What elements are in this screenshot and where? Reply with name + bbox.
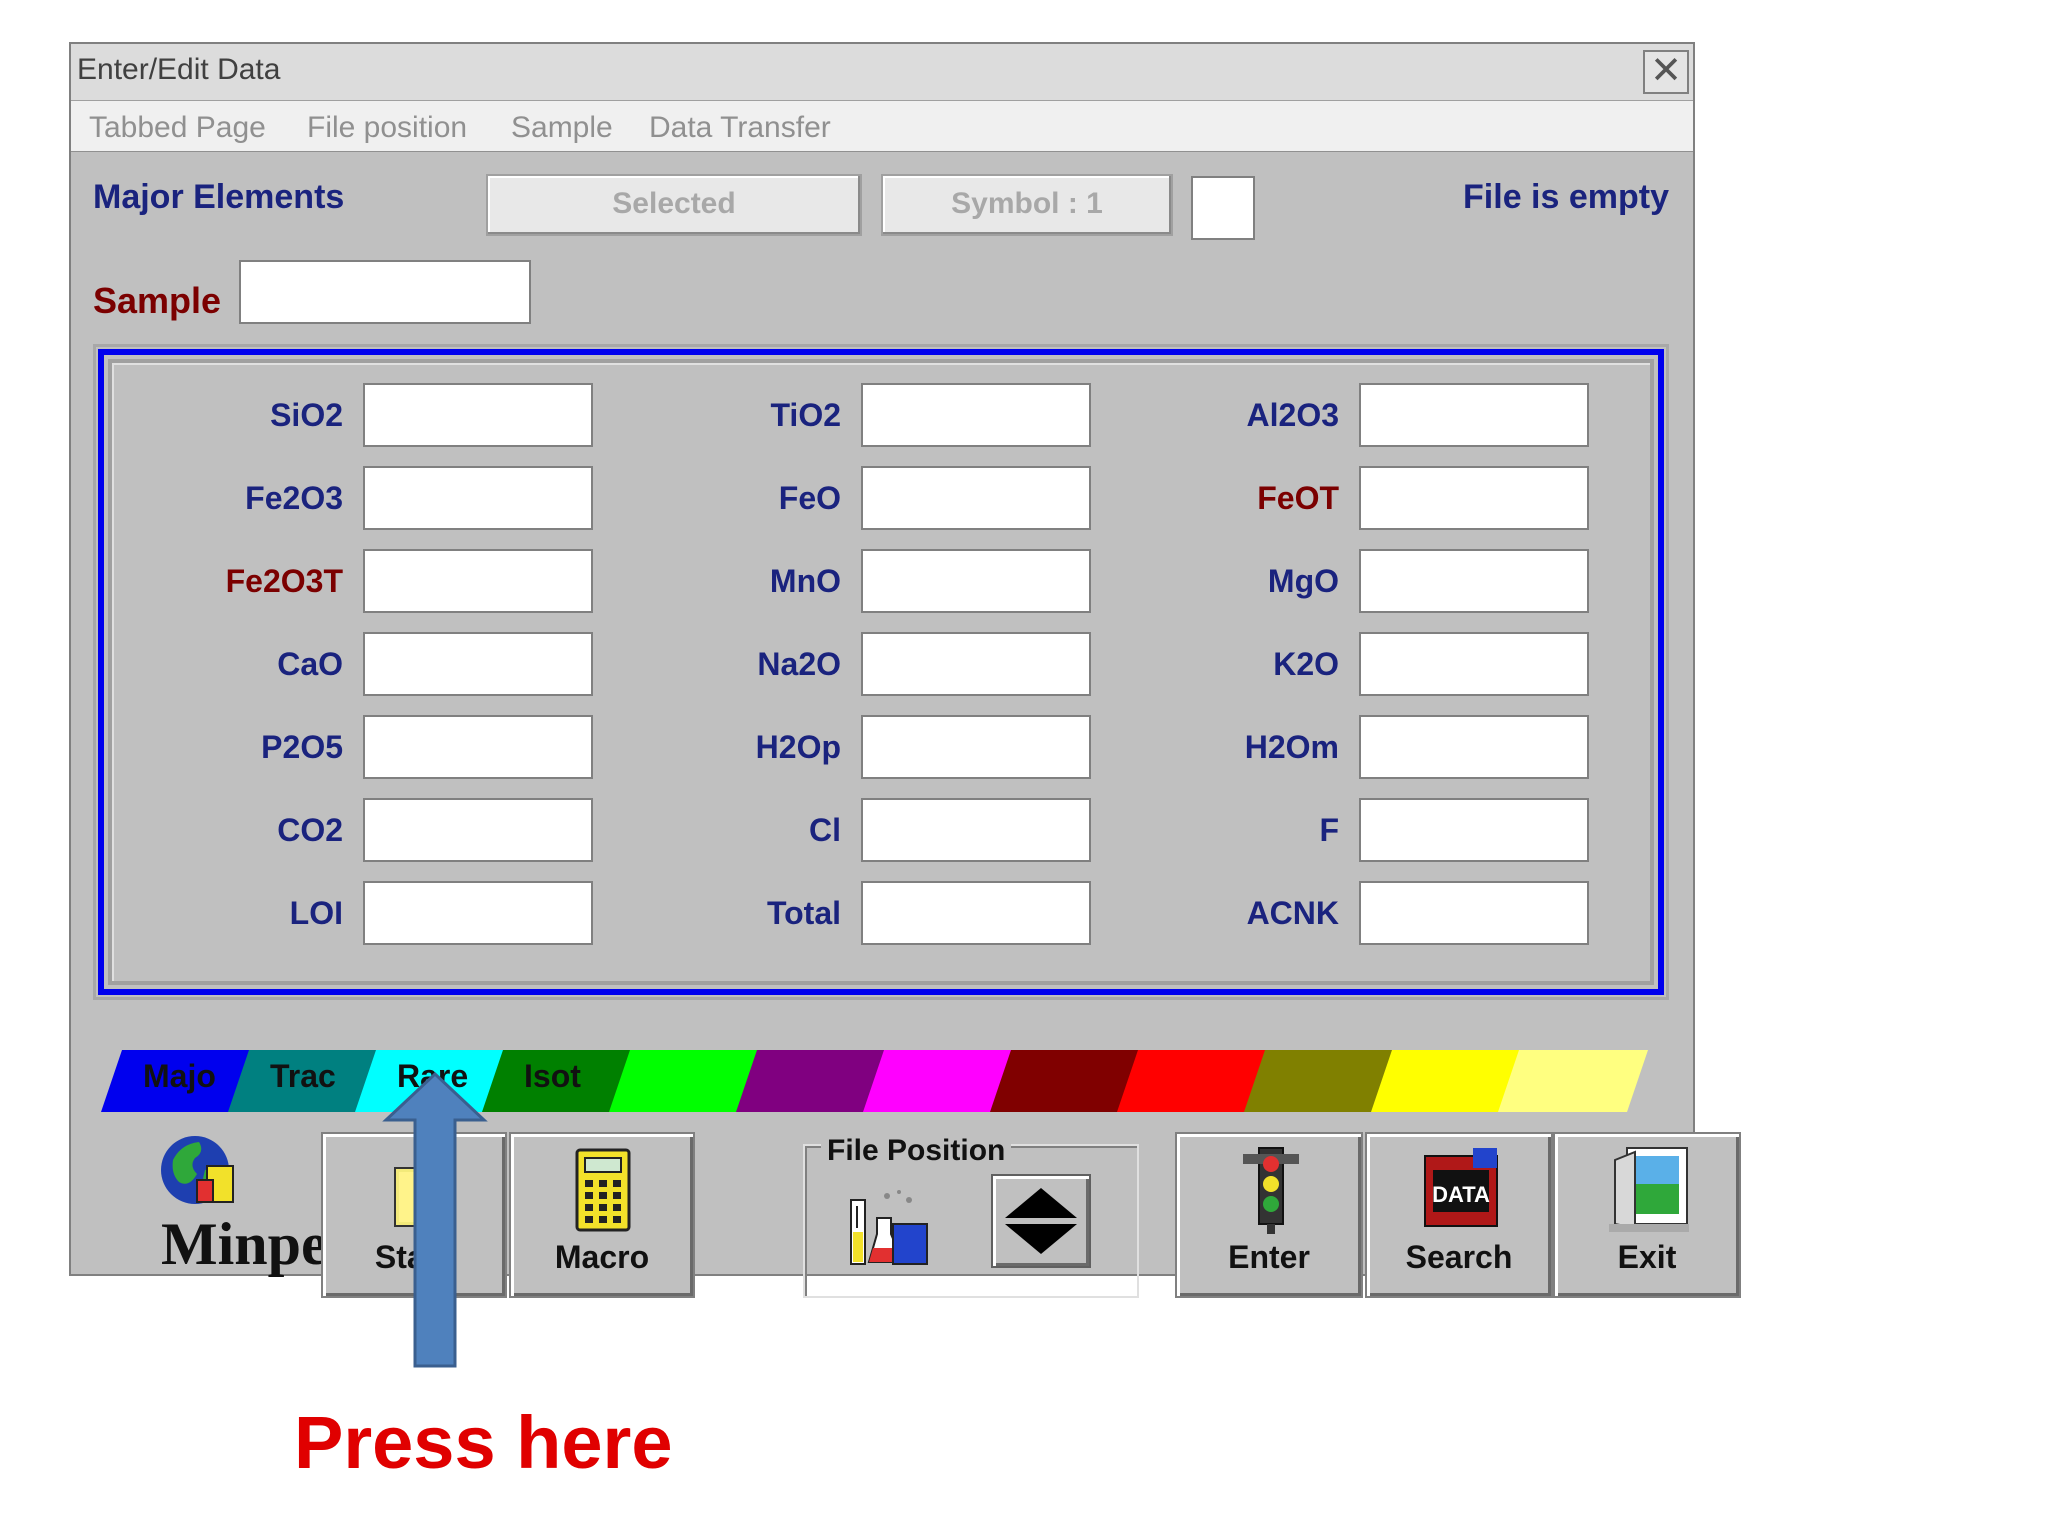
field-input-sio2[interactable] [363, 383, 593, 447]
tab-blank-7[interactable] [990, 1050, 1140, 1112]
exit-label: Exit [1617, 1239, 1677, 1275]
field-label-mno: MnO [769, 563, 841, 599]
close-icon: ✕ [1650, 50, 1682, 92]
field-label-tio2: TiO2 [770, 397, 841, 433]
field-input-total[interactable] [861, 881, 1091, 945]
field-input-loi[interactable] [363, 881, 593, 945]
field-input-acnk[interactable] [1359, 881, 1589, 945]
field-label-fe2o3t: Fe2O3T [225, 563, 343, 599]
enter-label: Enter [1228, 1239, 1310, 1275]
field-label-cl: Cl [809, 812, 841, 848]
selected-button[interactable]: Selected [486, 174, 862, 236]
field-input-feo[interactable] [861, 466, 1091, 530]
tab-label-trac: Trac [270, 1058, 336, 1094]
window-title: Enter/Edit Data [77, 53, 281, 86]
field-label-al2o3: Al2O3 [1246, 397, 1339, 433]
symbol-button[interactable]: Symbol : 1 [881, 174, 1173, 236]
file-status: File is empty [1463, 178, 1669, 216]
macro-button[interactable]: Macro [509, 1132, 695, 1298]
enter-button[interactable]: Enter [1175, 1132, 1363, 1298]
title-bar: Enter/Edit Data ✕ [71, 44, 1693, 101]
field-input-cl[interactable] [861, 798, 1091, 862]
traffic-light-icon [1243, 1147, 1299, 1234]
field-input-h2op[interactable] [861, 715, 1091, 779]
file-position-title: File Position [821, 1134, 1012, 1168]
tab-label-majo: Majo [143, 1058, 216, 1094]
tab-blank-6[interactable] [863, 1050, 1013, 1112]
field-input-p2o5[interactable] [363, 715, 593, 779]
field-label-feo: FeO [778, 480, 841, 516]
field-input-na2o[interactable] [861, 632, 1091, 696]
data-icon-text: DATA [1432, 1182, 1490, 1207]
search-label: Search [1405, 1239, 1513, 1275]
menu-data-transfer[interactable]: Data Transfer [649, 111, 831, 145]
field-label-sio2: SiO2 [270, 397, 343, 433]
field-input-tio2[interactable] [861, 383, 1091, 447]
field-label-cao: CaO [277, 646, 343, 682]
field-input-mno[interactable] [861, 549, 1091, 613]
symbol-preview-box[interactable] [1191, 176, 1255, 240]
field-label-h2op: H2Op [755, 729, 841, 765]
field-input-h2om[interactable] [1359, 715, 1589, 779]
globe-icon [161, 1136, 234, 1204]
exit-door-icon [1609, 1147, 1689, 1232]
tab-blank-9[interactable] [1244, 1050, 1394, 1112]
field-label-k2o: K2O [1273, 646, 1339, 682]
field-input-mgo[interactable] [1359, 549, 1589, 613]
field-label-total: Total [766, 895, 841, 931]
calculator-icon [575, 1148, 631, 1232]
field-label-mgo: MgO [1267, 563, 1339, 599]
tab-label-isot: Isot [524, 1058, 581, 1094]
field-label-fe2o3: Fe2O3 [245, 480, 343, 516]
menu-file-position[interactable]: File position [307, 111, 467, 145]
sample-label: Sample [93, 280, 222, 321]
field-input-feot[interactable] [1359, 466, 1589, 530]
minpet-logo-text: Minpet [161, 1211, 348, 1277]
data-search-icon: DATA [1424, 1148, 1498, 1227]
tab-blank-8[interactable] [1117, 1050, 1267, 1112]
exit-button[interactable]: Exit [1553, 1132, 1741, 1298]
section-title: Major Elements [93, 178, 345, 216]
menu-sample[interactable]: Sample [511, 111, 613, 145]
tab-blank-5[interactable] [736, 1050, 886, 1112]
press-here-annotation: Press here [294, 1401, 673, 1484]
menu-tabbed-page[interactable]: Tabbed Page [89, 111, 266, 145]
enter-edit-data-window: Enter/Edit Data ✕ Tabbed Page File posit… [69, 42, 1741, 1298]
menu-bar: Tabbed Page File position Sample Data Tr… [71, 101, 1693, 152]
field-label-h2om: H2Om [1244, 729, 1339, 765]
field-label-acnk: ACNK [1246, 895, 1339, 931]
tab-blank-11[interactable] [1498, 1050, 1648, 1112]
macro-label: Macro [554, 1239, 650, 1275]
lab-flask-icon [850, 1190, 928, 1265]
field-input-k2o[interactable] [1359, 632, 1589, 696]
field-label-f: F [1319, 812, 1339, 848]
sample-input[interactable] [239, 260, 531, 324]
tab-blank-4[interactable] [609, 1050, 759, 1112]
field-label-loi: LOI [289, 895, 343, 931]
field-label-co2: CO2 [277, 812, 343, 848]
close-button[interactable]: ✕ [1643, 50, 1689, 94]
field-input-al2o3[interactable] [1359, 383, 1589, 447]
field-input-co2[interactable] [363, 798, 593, 862]
field-input-f[interactable] [1359, 798, 1589, 862]
field-input-fe2o3t[interactable] [363, 549, 593, 613]
field-input-fe2o3[interactable] [363, 466, 593, 530]
field-label-na2o: Na2O [757, 646, 841, 682]
tab-blank-10[interactable] [1371, 1050, 1521, 1112]
file-position-arrow-button[interactable] [991, 1174, 1091, 1268]
search-button[interactable]: DATA Search [1365, 1132, 1553, 1298]
up-down-arrow-icon [1005, 1188, 1077, 1254]
field-input-cao[interactable] [363, 632, 593, 696]
field-label-feot: FeOT [1257, 480, 1339, 516]
field-label-p2o5: P2O5 [261, 729, 343, 765]
annotation-arrow [382, 1071, 488, 1368]
